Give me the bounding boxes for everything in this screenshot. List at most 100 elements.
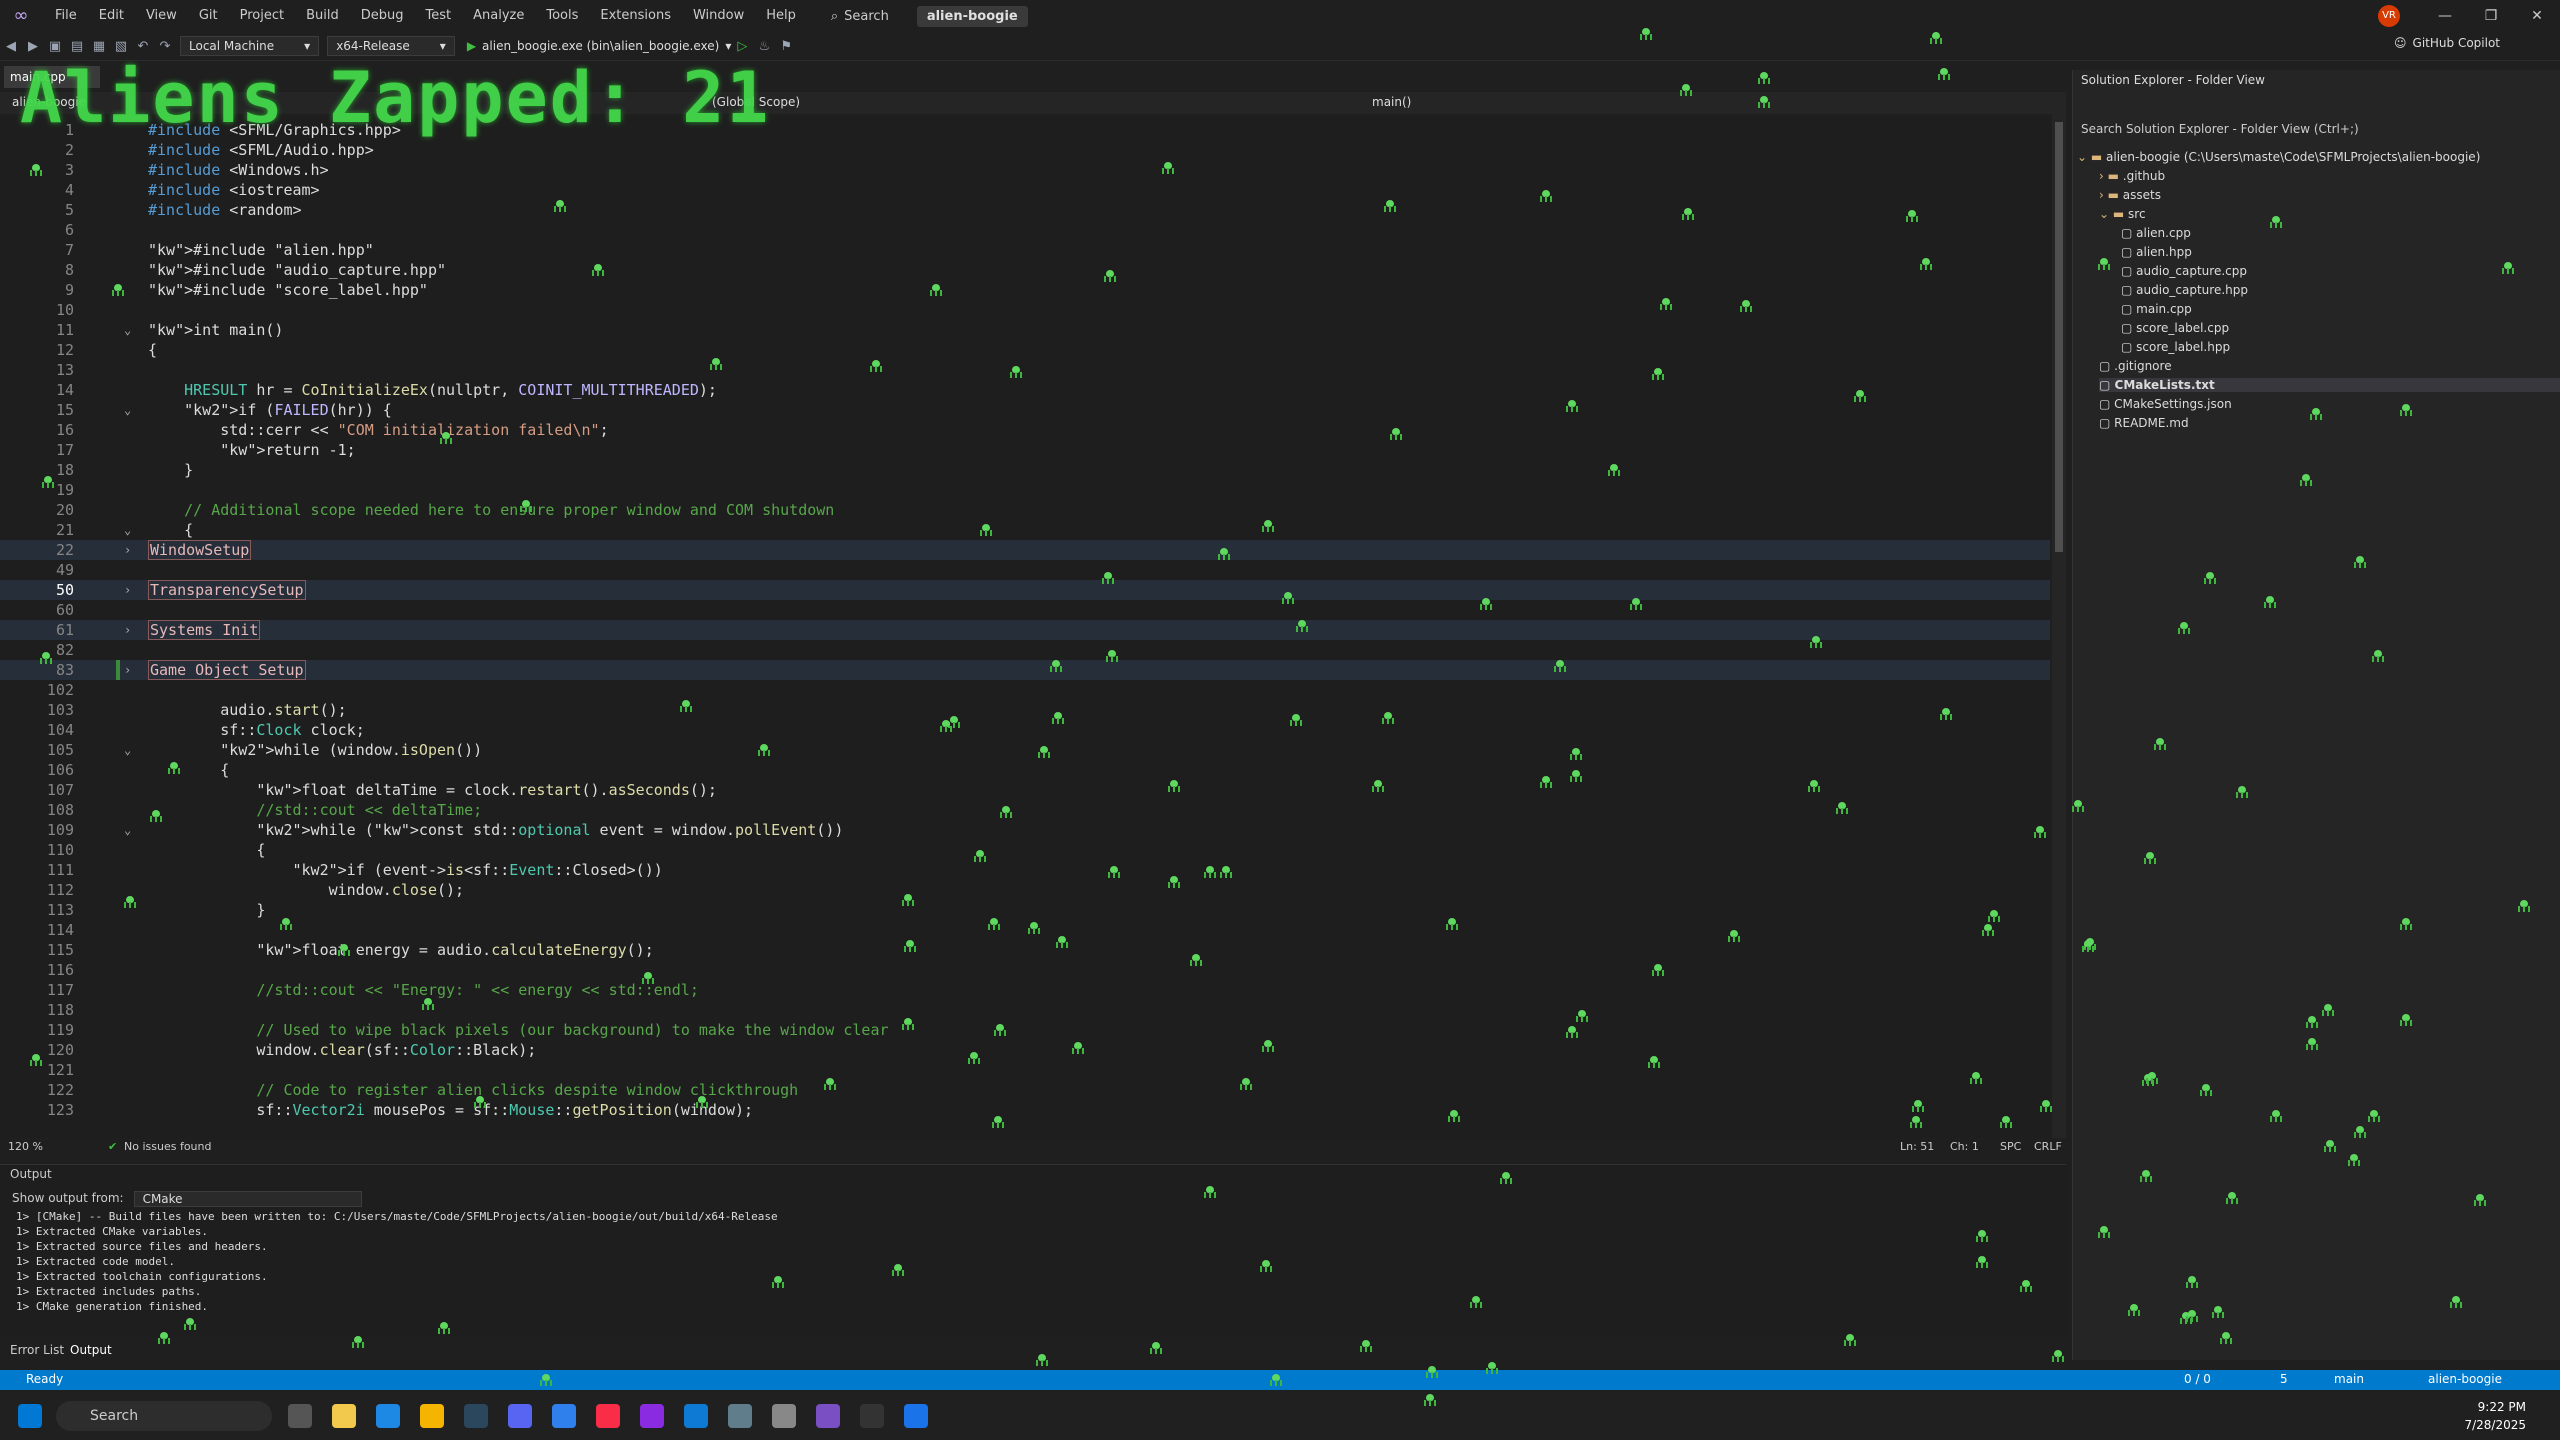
code-line[interactable]: 107 "kw">float deltaTime = clock.restart… xyxy=(0,780,2050,800)
alien-sprite-icon[interactable] xyxy=(474,1096,486,1108)
alien-sprite-icon[interactable] xyxy=(2372,650,2384,662)
close-button[interactable]: ✕ xyxy=(2514,0,2560,32)
steam-icon[interactable] xyxy=(464,1404,488,1428)
edge-icon[interactable] xyxy=(376,1404,400,1428)
menu-edit[interactable]: Edit xyxy=(88,0,135,32)
alien-sprite-icon[interactable] xyxy=(592,264,604,276)
collapsed-region[interactable]: Systems Init xyxy=(148,620,261,640)
alien-sprite-icon[interactable] xyxy=(1570,770,1582,782)
alien-sprite-icon[interactable] xyxy=(1036,1354,1048,1366)
code-line[interactable]: 111 "kw2">if (event->is<sf::Event::Close… xyxy=(0,860,2050,880)
repo-name[interactable]: alien-boogie xyxy=(2428,1372,2502,1386)
alien-sprite-icon[interactable] xyxy=(2072,800,2084,812)
alien-sprite-icon[interactable] xyxy=(2306,1016,2318,1028)
code-line[interactable]: 9 "kw">#include "score_label.hpp" xyxy=(0,280,2050,300)
alien-sprite-icon[interactable] xyxy=(1920,258,1932,270)
tab-output[interactable]: Output xyxy=(70,1343,112,1357)
back-icon[interactable]: ◀ xyxy=(0,39,22,54)
code-line[interactable]: 113 } xyxy=(0,900,2050,920)
code-line[interactable]: 19 xyxy=(0,480,2050,500)
alien-sprite-icon[interactable] xyxy=(2154,738,2166,750)
alien-sprite-icon[interactable] xyxy=(2226,1192,2238,1204)
user-avatar[interactable]: VR xyxy=(2378,5,2400,27)
alien-sprite-icon[interactable] xyxy=(1262,520,1274,532)
alien-sprite-icon[interactable] xyxy=(1270,1374,1282,1386)
menu-project[interactable]: Project xyxy=(229,0,295,32)
alien-sprite-icon[interactable] xyxy=(1608,464,1620,476)
alien-sprite-icon[interactable] xyxy=(1652,368,1664,380)
alien-sprite-icon[interactable] xyxy=(2220,1332,2232,1344)
alien-sprite-icon[interactable] xyxy=(772,1276,784,1288)
pending-changes[interactable]: 5 xyxy=(2280,1372,2288,1386)
alien-sprite-icon[interactable] xyxy=(988,918,1000,930)
alien-sprite-icon[interactable] xyxy=(870,360,882,372)
alien-sprite-icon[interactable] xyxy=(1010,366,1022,378)
alien-sprite-icon[interactable] xyxy=(1540,190,1552,202)
code-line[interactable]: 122 // Code to register alien clicks des… xyxy=(0,1080,2050,1100)
fold-chevron-icon[interactable]: ⌄ xyxy=(124,740,131,760)
alien-sprite-icon[interactable] xyxy=(1912,1100,1924,1112)
code-line[interactable]: 109 ⌄ "kw2">while ("kw">const std::option… xyxy=(0,820,2050,840)
code-line[interactable]: 8 "kw">#include "audio_capture.hpp" xyxy=(0,260,2050,280)
alien-sprite-icon[interactable] xyxy=(2146,1072,2158,1084)
alien-sprite-icon[interactable] xyxy=(338,944,350,956)
code-line[interactable]: 121 xyxy=(0,1060,2050,1080)
alien-sprite-icon[interactable] xyxy=(2270,1110,2282,1122)
alien-sprite-icon[interactable] xyxy=(1540,776,1552,788)
menu-extensions[interactable]: Extensions xyxy=(589,0,682,32)
code-line[interactable]: 15 ⌄ "kw2">if (FAILED(hr)) { xyxy=(0,400,2050,420)
alien-sprite-icon[interactable] xyxy=(438,1322,450,1334)
new-item-icon[interactable]: ▣ xyxy=(44,39,66,54)
alien-sprite-icon[interactable] xyxy=(1072,1042,1084,1054)
alien-sprite-icon[interactable] xyxy=(2300,474,2312,486)
vscode-icon[interactable] xyxy=(684,1404,708,1428)
menu-git[interactable]: Git xyxy=(188,0,229,32)
alien-sprite-icon[interactable] xyxy=(2354,1126,2366,1138)
alien-sprite-icon[interactable] xyxy=(440,432,452,444)
menu-view[interactable]: View xyxy=(135,0,188,32)
file-explorer-icon[interactable] xyxy=(420,1404,444,1428)
alien-sprite-icon[interactable] xyxy=(1854,390,1866,402)
run-button[interactable]: ▶ alien_boogie.exe (bin\alien_boogie.exe… xyxy=(467,39,732,53)
alien-sprite-icon[interactable] xyxy=(2264,596,2276,608)
code-line[interactable]: 82 xyxy=(0,640,2050,660)
alien-sprite-icon[interactable] xyxy=(2082,940,2094,952)
alien-sprite-icon[interactable] xyxy=(680,700,692,712)
start-without-debugging-icon[interactable]: ▷ xyxy=(731,39,753,54)
nav-member-dropdown[interactable]: main() xyxy=(1372,95,1411,109)
code-line[interactable]: 60 xyxy=(0,600,2050,620)
alien-sprite-icon[interactable] xyxy=(1108,866,1120,878)
alien-sprite-icon[interactable] xyxy=(992,1116,1004,1128)
alien-sprite-icon[interactable] xyxy=(2020,1280,2032,1292)
alien-sprite-icon[interactable] xyxy=(940,720,952,732)
alien-sprite-icon[interactable] xyxy=(824,1078,836,1090)
tree-item[interactable]: › ▬ .github xyxy=(2099,169,2165,183)
menu-window[interactable]: Window xyxy=(682,0,755,32)
alien-sprite-icon[interactable] xyxy=(2348,1154,2360,1166)
alien-sprite-icon[interactable] xyxy=(2034,826,2046,838)
windows-start-icon[interactable] xyxy=(18,1404,42,1428)
app-icon-3[interactable] xyxy=(772,1404,796,1428)
alien-sprite-icon[interactable] xyxy=(2098,258,2110,270)
alien-sprite-icon[interactable] xyxy=(1162,162,1174,174)
alien-sprite-icon[interactable] xyxy=(2324,1140,2336,1152)
code-line[interactable]: 108 //std::cout << deltaTime; xyxy=(0,800,2050,820)
menu-analyze[interactable]: Analyze xyxy=(462,0,535,32)
tree-item[interactable]: ▢ CMakeLists.txt xyxy=(2099,378,2560,392)
alien-sprite-icon[interactable] xyxy=(1382,712,1394,724)
alien-sprite-icon[interactable] xyxy=(30,1054,42,1066)
code-line[interactable]: 103 audio.start(); xyxy=(0,700,2050,720)
alien-sprite-icon[interactable] xyxy=(2400,918,2412,930)
alien-sprite-icon[interactable] xyxy=(1056,936,1068,948)
alien-sprite-icon[interactable] xyxy=(1168,876,1180,888)
collapsed-region[interactable]: Game Object Setup xyxy=(148,660,306,680)
taskbar-search[interactable]: Search xyxy=(56,1401,272,1431)
alien-sprite-icon[interactable] xyxy=(974,850,986,862)
editor-scrollbar[interactable] xyxy=(2052,92,2066,1138)
tree-item[interactable]: ▢ audio_capture.hpp xyxy=(2121,283,2248,297)
code-line[interactable]: 11 ⌄ "kw">int main() xyxy=(0,320,2050,340)
alien-sprite-icon[interactable] xyxy=(1640,28,1652,40)
alien-sprite-icon[interactable] xyxy=(1102,572,1114,584)
code-line[interactable]: 61 › Systems Init xyxy=(0,620,2050,640)
alien-sprite-icon[interactable] xyxy=(1660,298,1672,310)
